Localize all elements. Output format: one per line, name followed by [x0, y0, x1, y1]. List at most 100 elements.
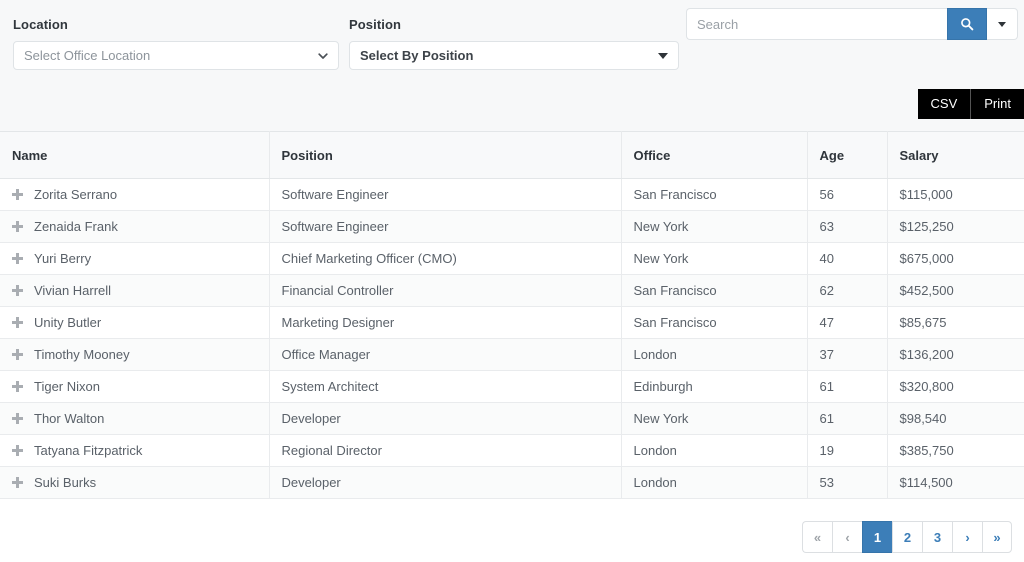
cell-age: 56 [807, 178, 888, 211]
cell-position: Regional Director [269, 434, 622, 467]
name-cell-wrapper: Tatyana Fitzpatrick [12, 443, 257, 458]
cell-position: System Architect [269, 370, 622, 403]
pagination-last[interactable]: » [982, 521, 1012, 553]
employee-name: Tiger Nixon [34, 379, 100, 394]
table-row[interactable]: Timothy Mooney Office Manager London 37 $136… [0, 338, 1024, 371]
pagination-previous[interactable]: ‹ [832, 521, 862, 553]
cell-name: Vivian Harrell [0, 274, 270, 307]
cell-age: 61 [807, 402, 888, 435]
name-cell-wrapper: Vivian Harrell [12, 283, 257, 298]
position-filter-label: Position [349, 17, 402, 32]
name-cell-wrapper: Suki Burks [12, 475, 257, 490]
plus-icon[interactable] [12, 221, 23, 232]
column-header-age[interactable]: Age [807, 131, 888, 179]
plus-icon[interactable] [12, 413, 23, 424]
employee-name: Tatyana Fitzpatrick [34, 443, 143, 458]
cell-office: San Francisco [621, 178, 808, 211]
location-filter-label: Location [13, 17, 68, 32]
cell-name: Zenaida Frank [0, 210, 270, 243]
plus-icon[interactable] [12, 317, 23, 328]
pagination-first[interactable]: « [802, 521, 832, 553]
cell-salary: $85,675 [887, 306, 1024, 339]
cell-office: New York [621, 402, 808, 435]
name-cell-wrapper: Timothy Mooney [12, 347, 257, 362]
name-cell-wrapper: Zorita Serrano [12, 187, 257, 202]
export-csv-button[interactable]: CSV [917, 89, 971, 119]
cell-name: Unity Butler [0, 306, 270, 339]
search-icon [961, 18, 974, 31]
cell-age: 19 [807, 434, 888, 467]
cell-age: 47 [807, 306, 888, 339]
cell-name: Suki Burks [0, 466, 270, 499]
plus-icon[interactable] [12, 189, 23, 200]
cell-name: Tiger Nixon [0, 370, 270, 403]
cell-salary: $452,500 [887, 274, 1024, 307]
employee-name: Yuri Berry [34, 251, 92, 266]
table-row[interactable]: Suki Burks Developer London 53 $114,500 [0, 466, 1024, 499]
name-cell-wrapper: Yuri Berry [12, 251, 257, 266]
table-row[interactable]: Tatyana Fitzpatrick Regional Director Lond… [0, 434, 1024, 467]
employee-name: Zenaida Frank [34, 219, 118, 234]
cell-salary: $114,500 [887, 466, 1024, 499]
employee-name: Suki Burks [34, 475, 97, 490]
table-row[interactable]: Vivian Harrell Financial Controller San Fr… [0, 274, 1024, 307]
plus-icon[interactable] [12, 445, 23, 456]
cell-office: San Francisco [621, 306, 808, 339]
position-select-value: Select By Position [360, 48, 474, 63]
cell-name: Timothy Mooney [0, 338, 270, 371]
plus-icon[interactable] [12, 253, 23, 264]
location-select[interactable]: Select Office Location [13, 41, 339, 70]
column-header-position[interactable]: Position [269, 131, 622, 179]
caret-down-icon [998, 21, 1006, 27]
plus-icon[interactable] [12, 349, 23, 360]
cell-age: 37 [807, 338, 888, 371]
position-select[interactable]: Select By Position [349, 41, 679, 70]
cell-salary: $675,000 [887, 242, 1024, 275]
column-header-office[interactable]: Office [621, 131, 808, 179]
cell-office: Edinburgh [621, 370, 808, 403]
print-button[interactable]: Print [970, 89, 1024, 119]
table-row[interactable]: Unity Butler Marketing Designer San Franci… [0, 306, 1024, 339]
cell-salary: $385,750 [887, 434, 1024, 467]
pagination-page-3[interactable]: 3 [922, 521, 952, 553]
cell-salary: $136,200 [887, 338, 1024, 371]
pagination-page-1[interactable]: 1 [862, 521, 892, 553]
plus-icon[interactable] [12, 285, 23, 296]
cell-name: Thor Walton [0, 402, 270, 435]
cell-salary: $115,000 [887, 178, 1024, 211]
plus-icon[interactable] [12, 381, 23, 392]
search-options-button[interactable] [987, 8, 1018, 40]
cell-salary: $320,800 [887, 370, 1024, 403]
search-group [686, 8, 1018, 40]
cell-office: New York [621, 210, 808, 243]
cell-salary: $98,540 [887, 402, 1024, 435]
employee-name: Unity Butler [34, 315, 102, 330]
table-row[interactable]: Yuri Berry Chief Marketing Officer (CMO) N… [0, 242, 1024, 275]
search-input[interactable] [686, 8, 947, 40]
table-row[interactable]: Thor Walton Developer New York 61 $98,540 [0, 402, 1024, 435]
cell-office: London [621, 434, 808, 467]
pagination-next[interactable]: › [952, 521, 982, 553]
name-cell-wrapper: Tiger Nixon [12, 379, 257, 394]
table-row[interactable]: Zorita Serrano Software Engineer San Franc… [0, 178, 1024, 211]
name-cell-wrapper: Thor Walton [12, 411, 257, 426]
plus-icon[interactable] [12, 477, 23, 488]
cell-position: Developer [269, 466, 622, 499]
employee-name: Thor Walton [34, 411, 105, 426]
cell-position: Office Manager [269, 338, 622, 371]
employee-table: Name Position Office Age Salary Zorita S… [0, 131, 1024, 499]
cell-position: Software Engineer [269, 178, 622, 211]
column-header-salary[interactable]: Salary [887, 131, 1024, 179]
filter-toolbar: Location Select Office Location Position… [0, 0, 1024, 131]
table-row[interactable]: Tiger Nixon System Architect Edinburgh 61 $3… [0, 370, 1024, 403]
column-header-name[interactable]: Name [0, 131, 270, 179]
cell-position: Chief Marketing Officer (CMO) [269, 242, 622, 275]
table-row[interactable]: Zenaida Frank Software Engineer New York 63… [0, 210, 1024, 243]
cell-age: 40 [807, 242, 888, 275]
cell-age: 63 [807, 210, 888, 243]
employee-name: Timothy Mooney [34, 347, 130, 362]
pagination-page-2[interactable]: 2 [892, 521, 922, 553]
cell-age: 61 [807, 370, 888, 403]
search-button[interactable] [947, 8, 987, 40]
cell-name: Zorita Serrano [0, 178, 270, 211]
